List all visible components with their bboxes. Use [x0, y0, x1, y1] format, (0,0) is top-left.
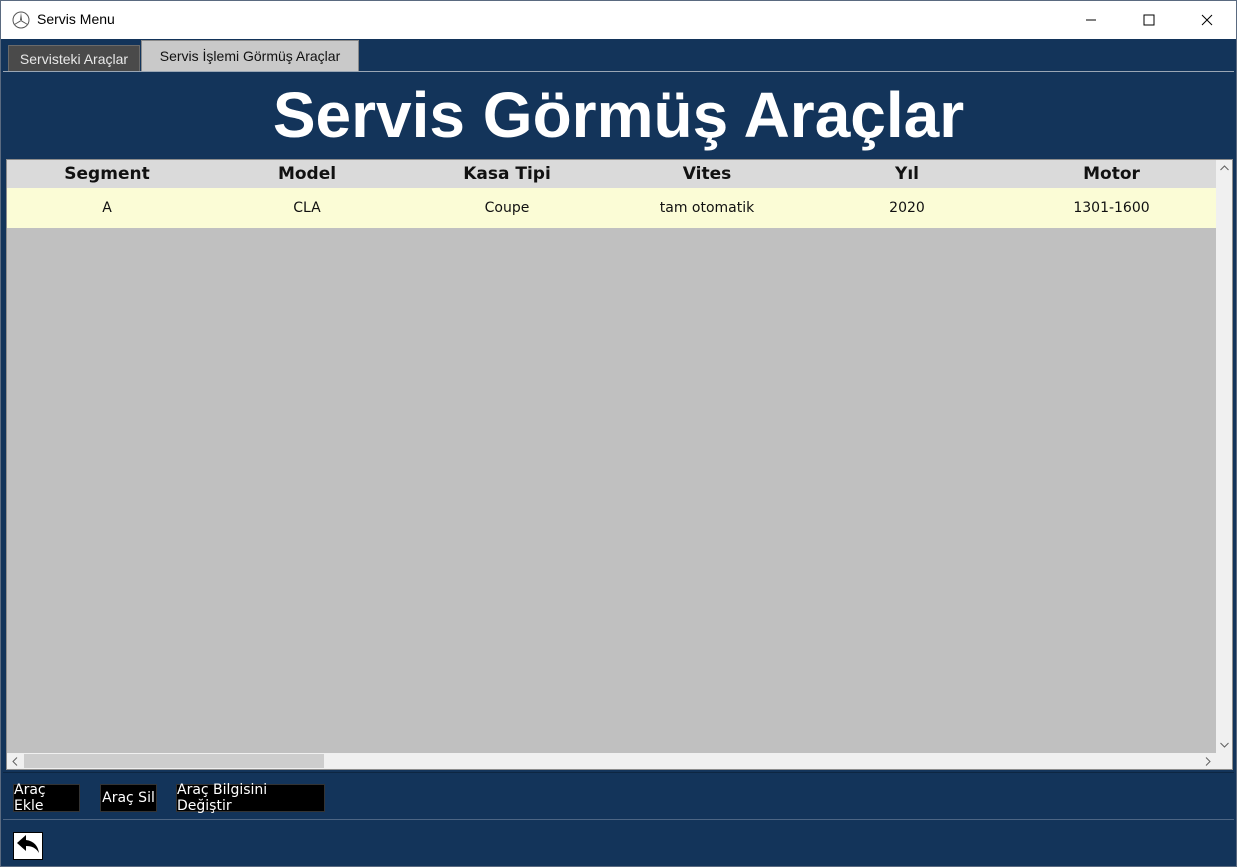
- minimize-button[interactable]: [1062, 1, 1120, 39]
- table-row[interactable]: A CLA Coupe tam otomatik 2020 1301-1600: [7, 188, 1216, 228]
- column-header-kasa-tipi[interactable]: Kasa Tipi: [407, 160, 607, 188]
- back-arrow-icon: [15, 833, 41, 859]
- close-button[interactable]: [1178, 1, 1236, 39]
- scroll-down-icon[interactable]: [1216, 737, 1232, 753]
- column-header-segment[interactable]: Segment: [7, 160, 207, 188]
- vertical-scrollbar[interactable]: [1216, 160, 1232, 753]
- cell-model[interactable]: CLA: [207, 188, 407, 228]
- cell-yil[interactable]: 2020: [807, 188, 1007, 228]
- cell-motor[interactable]: 1301-1600: [1007, 188, 1216, 228]
- maximize-icon: [1143, 11, 1155, 30]
- minimize-icon: [1085, 11, 1097, 30]
- column-header-yil[interactable]: Yıl: [807, 160, 1007, 188]
- column-header-model[interactable]: Model: [207, 160, 407, 188]
- tab-strip: Servisteki Araçlar Servis İşlemi Görmüş …: [1, 39, 1236, 72]
- tab-panel: Servis Görmüş Araçlar Segment Model Kasa…: [3, 71, 1234, 866]
- scrollbar-corner: [1216, 753, 1232, 769]
- window-title: Servis Menu: [37, 11, 115, 27]
- tab-servisteki-araclar[interactable]: Servisteki Araçlar: [8, 45, 140, 71]
- scroll-up-icon[interactable]: [1216, 160, 1232, 176]
- add-vehicle-button[interactable]: Araç Ekle: [13, 782, 80, 814]
- close-icon: [1201, 11, 1213, 30]
- vehicle-grid[interactable]: Segment Model Kasa Tipi Vites Yıl Motor …: [6, 159, 1233, 770]
- horizontal-scrollbar[interactable]: [7, 753, 1216, 769]
- back-button[interactable]: [13, 832, 43, 860]
- delete-vehicle-button[interactable]: Araç Sil: [100, 784, 157, 812]
- column-header-vites[interactable]: Vites: [607, 160, 807, 188]
- cell-segment[interactable]: A: [7, 188, 207, 228]
- tab-servis-gormus-araclar[interactable]: Servis İşlemi Görmüş Araçlar: [141, 40, 359, 71]
- horizontal-scroll-thumb[interactable]: [24, 754, 324, 768]
- scroll-left-icon[interactable]: [7, 753, 23, 769]
- cell-vites[interactable]: tam otomatik: [607, 188, 807, 228]
- mercedes-star-icon: [12, 11, 30, 29]
- edit-vehicle-button[interactable]: Araç Bilgisini Değiştir: [176, 782, 325, 814]
- column-header-motor[interactable]: Motor: [1007, 160, 1216, 188]
- action-bar: Araç Ekle Araç Sil Araç Bilgisini Değişt…: [3, 772, 1234, 820]
- cell-kasa-tipi[interactable]: Coupe: [407, 188, 607, 228]
- title-bar: Servis Menu: [1, 1, 1236, 39]
- app-window: Servis Menu Servisteki Araçlar Servis İş…: [0, 0, 1237, 867]
- scroll-right-icon[interactable]: [1200, 753, 1216, 769]
- grid-header: Segment Model Kasa Tipi Vites Yıl Motor: [7, 160, 1216, 188]
- maximize-button[interactable]: [1120, 1, 1178, 39]
- page-title: Servis Görmüş Araçlar: [272, 79, 965, 151]
